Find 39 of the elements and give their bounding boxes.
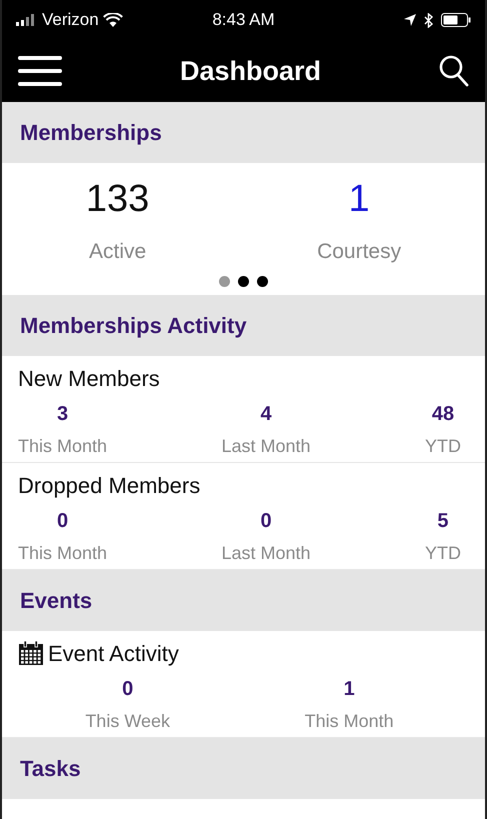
stat-label: Last Month: [221, 434, 311, 458]
section-header: Memberships Activity: [20, 312, 247, 340]
section-header: Events: [20, 586, 92, 614]
stat-value: 48: [432, 402, 454, 426]
stat-value: 5: [437, 508, 449, 534]
wifi-icon: [102, 13, 123, 27]
stat-label: YTD: [424, 434, 461, 458]
stat-label: Last Month: [221, 542, 311, 564]
stat-value: 1: [348, 177, 370, 222]
group-title: Event Activity: [48, 640, 179, 668]
stat-label: This Week: [85, 710, 170, 732]
page-dot[interactable]: [238, 276, 249, 286]
group-title: New Members: [18, 364, 160, 392]
stat-value: 133: [86, 177, 150, 222]
stat-label: This Month: [18, 542, 108, 564]
stat-value: 0: [122, 676, 134, 702]
page-title: Dashboard: [180, 54, 322, 88]
section-header: Tasks: [20, 754, 81, 782]
menu-icon[interactable]: [18, 55, 62, 87]
stat-label: This Month: [304, 710, 394, 732]
stat-label: YTD: [424, 542, 461, 564]
battery-icon: [441, 13, 471, 27]
stat-value: 0: [260, 508, 272, 534]
stat-value: 1: [344, 676, 355, 702]
page-dot[interactable]: [219, 276, 230, 286]
bluetooth-icon: [424, 12, 433, 28]
stat-value: 3: [56, 402, 68, 426]
search-icon[interactable]: [439, 55, 469, 87]
section-header: Memberships: [20, 119, 162, 147]
page-dot[interactable]: [257, 276, 268, 286]
location-icon: [404, 14, 416, 26]
group-title: Dropped Members: [18, 472, 200, 500]
stat-value: 4: [260, 402, 272, 426]
carrier: Verizon: [42, 9, 99, 32]
stat-label: This Month: [18, 434, 108, 458]
stat-label: Active: [89, 239, 146, 265]
stat-value: 0: [56, 508, 68, 534]
stat-label: Courtesy: [317, 239, 402, 265]
status-time: 8:43 AM: [211, 9, 276, 32]
